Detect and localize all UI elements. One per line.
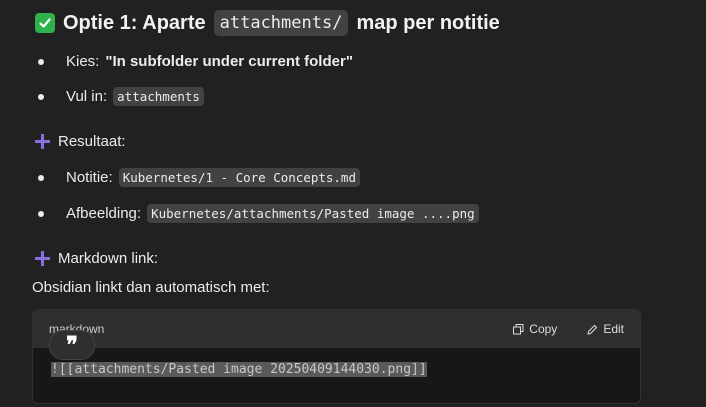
list-item: Vul in: attachments	[38, 87, 204, 106]
list-item-code: Kubernetes/attachments/Pasted image ....…	[147, 204, 479, 223]
list-item-label: Vul in:	[66, 88, 108, 105]
checkmark-icon	[35, 13, 55, 33]
list-item-code: attachments	[113, 87, 204, 106]
pencil-icon	[587, 324, 598, 335]
markdown-heading: Markdown link:	[35, 250, 158, 267]
heading-suffix: map per notitie	[356, 11, 500, 34]
code-content-area[interactable]: ![[attachments/Pasted image 202504091440…	[33, 348, 640, 391]
copy-label: Copy	[529, 322, 558, 336]
markdown-title: Markdown link:	[58, 250, 159, 267]
heading-code: attachments/	[213, 10, 349, 36]
bullet-icon	[38, 210, 44, 217]
list-item: Afbeelding: Kubernetes/attachments/Paste…	[38, 204, 479, 223]
quote-button[interactable]: ❞	[49, 330, 95, 360]
code-block: markdown Copy Edit ![[attachments/Pasted…	[32, 309, 641, 404]
edit-label: Edit	[603, 322, 624, 336]
code-block-header: markdown Copy Edit	[33, 310, 640, 348]
section-heading: Optie 1: Aparte attachments/ map per not…	[35, 10, 500, 36]
heading-prefix: Optie 1: Aparte	[63, 11, 206, 34]
list-item-label: Notitie:	[66, 169, 113, 186]
list-item-label: Afbeelding:	[66, 205, 142, 222]
plus-icon	[35, 251, 50, 266]
edit-button[interactable]: Edit	[587, 322, 624, 336]
list-item: Kies: "In subfolder under current folder…	[38, 53, 353, 70]
code-content[interactable]: ![[attachments/Pasted image 202504091440…	[51, 362, 427, 377]
result-title: Resultaat:	[58, 133, 126, 150]
result-heading: Resultaat:	[35, 133, 126, 150]
paragraph-text: Obsidian linkt dan automatisch met:	[32, 279, 270, 296]
copy-icon	[513, 323, 524, 334]
plus-icon	[35, 134, 50, 149]
list-item-label: Kies:	[66, 53, 100, 70]
bullet-icon	[38, 93, 44, 100]
bullet-icon	[38, 174, 44, 181]
list-item-code: Kubernetes/1 - Core Concepts.md	[118, 168, 360, 187]
copy-button[interactable]: Copy	[513, 322, 557, 336]
bullet-icon	[38, 58, 44, 65]
list-item: Notitie: Kubernetes/1 - Core Concepts.md	[38, 168, 360, 187]
list-item-value: "In subfolder under current folder"	[105, 53, 353, 70]
quote-icon: ❞	[66, 332, 78, 358]
